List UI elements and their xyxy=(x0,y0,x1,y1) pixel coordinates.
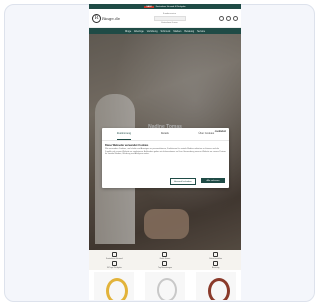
header-middle: Kundenservice Kostenlose Gravur xyxy=(153,12,186,24)
account-icon[interactable] xyxy=(219,15,224,21)
feature-label: Beratung xyxy=(212,266,220,269)
sale-badge[interactable]: SALE xyxy=(144,5,154,8)
logo-mark: R xyxy=(92,13,101,23)
feature-label: Kostenloser Versand xyxy=(106,257,123,260)
feature-label: Gratis Gravur xyxy=(159,257,171,260)
star-icon xyxy=(162,261,168,266)
product-card-solitaire-ring[interactable] xyxy=(144,272,185,300)
cookie-consent-dialog: cookiebot Zustimmung Details Über Cookie… xyxy=(102,128,229,188)
nav-item-service[interactable]: Service xyxy=(197,30,205,33)
wishlist-icon[interactable] xyxy=(226,15,231,21)
nav-item-ringe[interactable]: Ringe xyxy=(125,30,131,33)
truck-icon xyxy=(111,252,117,257)
header-icons xyxy=(219,15,238,21)
gold-ring-image xyxy=(106,278,129,300)
feature-strip: Kostenloser Versand Gratis Gravur Sicher… xyxy=(89,250,241,270)
consent-body: Wir verwenden Cookies, um Inhalte und An… xyxy=(105,148,226,156)
feature-item: Kostenloser Versand xyxy=(89,252,140,261)
cookiebot-logo: cookiebot xyxy=(214,130,226,133)
nav-item-schmuck[interactable]: Schmuck xyxy=(161,30,171,33)
feature-item: Gratis Gravur xyxy=(140,252,191,261)
nav-item-marken[interactable]: Marken xyxy=(173,30,181,33)
allow-selection-button[interactable]: Auswahl erlauben xyxy=(170,178,196,185)
feature-item: 30 Tage Rückgabe xyxy=(89,261,140,270)
consent-tabs: Zustimmung Details Über Cookies xyxy=(102,128,229,141)
logo-text: Ringe.de xyxy=(102,15,120,21)
nav-item-beratung[interactable]: Beratung xyxy=(184,30,194,33)
service-text: Kundenservice xyxy=(162,12,177,15)
search-input[interactable] xyxy=(153,15,186,21)
cart-icon[interactable] xyxy=(233,15,238,21)
tab-details[interactable]: Details xyxy=(161,132,169,140)
nav-item-verlobung[interactable]: Verlobung xyxy=(147,30,158,33)
solitaire-ring-image xyxy=(156,278,177,300)
nav-item-eheringe[interactable]: Eheringe xyxy=(134,30,144,33)
logo[interactable]: R Ringe.de xyxy=(92,13,120,23)
feature-item: Top Bewertungen xyxy=(140,261,191,270)
feature-label: Sicher bezahlen xyxy=(209,257,223,260)
gift-icon xyxy=(162,252,168,257)
product-row xyxy=(89,272,241,300)
feature-item: Beratung xyxy=(190,261,241,270)
promo-text: Kostenloser Versand & Rückgabe xyxy=(155,5,186,8)
engraving-text: Kostenlose Gravur xyxy=(161,21,178,24)
product-card-rose-rings[interactable] xyxy=(195,272,236,300)
tab-about[interactable]: Über Cookies xyxy=(198,132,214,140)
shield-icon xyxy=(213,252,219,257)
site-header: R Ringe.de Kundenservice Kostenlose Grav… xyxy=(89,9,241,28)
allow-all-button[interactable]: Alle zulassen xyxy=(201,178,225,183)
tab-consent[interactable]: Zustimmung xyxy=(116,132,132,140)
return-icon xyxy=(111,261,117,266)
webpage-preview: SALE Kostenloser Versand & Rückgabe R Ri… xyxy=(89,4,241,300)
phone-icon xyxy=(213,261,219,266)
feature-label: 30 Tage Rückgabe xyxy=(106,266,122,269)
consent-actions: Auswahl erlauben Alle zulassen xyxy=(170,178,225,185)
consent-heading: Diese Webseite verwendet Cookies xyxy=(105,144,149,147)
feature-item: Sicher bezahlen xyxy=(190,252,241,261)
rose-ring-image xyxy=(207,278,230,300)
product-card-gold-rings[interactable] xyxy=(94,272,135,300)
feature-label: Top Bewertungen xyxy=(157,266,172,269)
